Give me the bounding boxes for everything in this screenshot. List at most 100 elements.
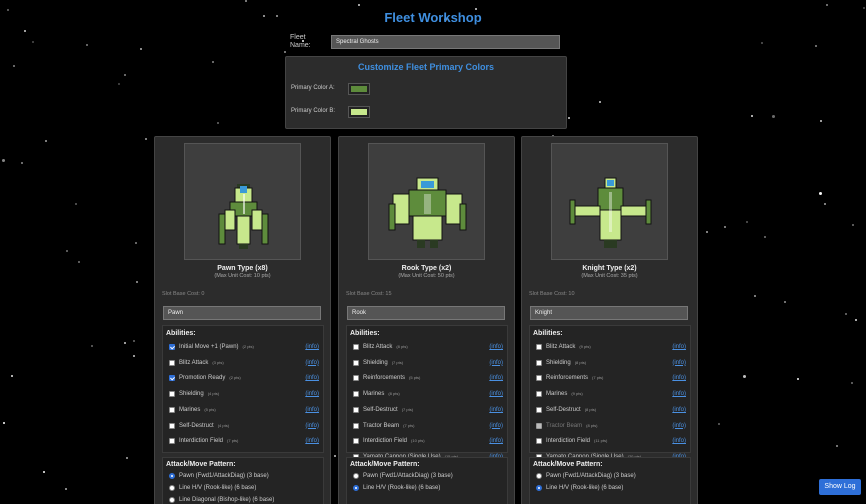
unit-max-cost: (Max Unit Cost: 35 pts) [581,273,638,279]
ability-checkbox[interactable] [536,422,542,429]
ability-name: Self-Destruct [546,406,581,413]
ability-checkbox[interactable] [353,359,359,366]
primary-color-b-picker[interactable] [348,106,370,118]
star [66,250,69,253]
ability-points: (2 pts) [242,344,254,349]
ability-info-link[interactable]: (info) [489,405,503,415]
attack-pattern-radio[interactable] [169,473,175,479]
ability-checkbox[interactable] [169,391,175,398]
ability-info-link[interactable]: (info) [305,358,319,368]
ability-name: Interdiction Field [363,438,408,445]
slot-name-input[interactable]: Knight [530,306,688,320]
ability-name: Marines [179,406,201,413]
ability-row: Shielding (7 pts) (info) [353,358,503,368]
ability-name: Self-Destruct [179,422,214,429]
ability-checkbox[interactable] [353,422,359,429]
star [136,281,139,284]
ability-info-link[interactable]: (info) [305,373,319,383]
attack-pattern-label: Line H/V (Rook-like) (6 base) [179,485,257,491]
ability-info-link[interactable]: (info) [305,405,319,415]
ability-checkbox[interactable] [536,344,542,350]
primary-color-b-label: Primary Color B: [291,108,336,114]
star [819,191,823,195]
knight-ship-sprite [569,177,652,248]
attack-pattern-radio[interactable] [353,485,359,491]
ability-points: (4 pts) [217,422,230,428]
ability-row: Interdiction Field (7 pts) (info) [169,436,319,446]
attack-pattern-radio[interactable] [169,497,175,503]
ability-info-link[interactable]: (info) [489,389,503,399]
ability-points: (5 pts) [204,406,216,412]
ability-label: Initial Move +1 (Pawn) (2 pts) [179,342,254,352]
ability-info-link[interactable]: (info) [672,358,686,368]
primary-color-a-picker[interactable] [348,83,370,95]
ability-label: Blitz Attack (9 pts) [546,342,591,352]
ability-info-link[interactable]: (info) [672,389,686,399]
star [717,423,720,426]
ability-checkbox[interactable] [169,375,175,382]
ability-points: (4 pts) [207,391,220,397]
star [358,4,361,7]
ability-info-link[interactable]: (info) [305,342,319,352]
ability-checkbox[interactable] [353,344,359,350]
ability-label: Tractor Beam (7 pts) [363,421,414,431]
ability-info-link[interactable]: (info) [489,436,503,446]
ability-info-link[interactable]: (info) [672,436,686,446]
ability-checkbox[interactable] [169,344,175,350]
star [796,378,799,381]
ability-info-link[interactable]: (info) [672,342,686,352]
attack-pattern-panel: Attack/Move Pattern: Pawn (Fwd1/AttackDi… [162,457,324,504]
ability-label: Interdiction Field (11 pts) [546,436,607,446]
ability-points: (9 pts) [579,344,591,349]
attack-pattern-radio[interactable] [169,485,175,491]
show-log-button[interactable]: Show Log [819,479,861,495]
ability-info-link[interactable]: (info) [489,373,503,383]
slot-name-input[interactable]: Rook [347,306,505,320]
ability-row: Tractor Beam (7 pts) (info) [353,421,503,431]
star [123,342,126,345]
ability-checkbox[interactable] [536,438,542,445]
ability-checkbox[interactable] [536,406,542,413]
ability-checkbox[interactable] [536,359,542,366]
ability-info-link[interactable]: (info) [672,421,686,431]
colors-panel: Customize Fleet Primary Colors Primary C… [285,56,567,129]
ability-info-link[interactable]: (info) [305,421,319,431]
attack-pattern-radio[interactable] [353,473,359,479]
ability-points: (10 pts) [411,438,425,444]
abilities-panel: Abilities: Blitz Attack (9 pts) (info) Sh… [529,325,691,460]
star [784,300,787,303]
ability-label: Shielding (4 pts) [179,389,219,399]
ability-checkbox[interactable] [169,359,175,366]
ability-name: Marines [363,391,385,398]
ability-checkbox[interactable] [536,391,542,398]
ability-checkbox[interactable] [536,375,542,382]
attack-pattern-radio[interactable] [536,473,542,479]
ability-points: (8 pts) [574,359,587,365]
star [761,41,764,44]
ability-checkbox[interactable] [353,406,359,413]
ability-checkbox[interactable] [353,438,359,445]
ability-checkbox[interactable] [169,438,175,445]
attack-pattern-radio[interactable] [536,485,542,491]
ability-info-link[interactable]: (info) [672,405,686,415]
ability-row: Reinforcements (5 pts) (info) [353,373,503,383]
ability-checkbox[interactable] [353,391,359,398]
slot-name-input[interactable]: Pawn [163,306,321,320]
ability-info-link[interactable]: (info) [305,436,319,446]
unit-max-cost: (Max Unit Cost: 50 pts) [398,273,455,279]
ability-info-link[interactable]: (info) [489,342,503,352]
abilities-panel: Abilities: Initial Move +1 (Pawn) (2 pts)… [162,325,324,453]
ability-label: Self-Destruct (4 pts) [179,421,229,431]
ability-points: (7 pts) [227,438,239,444]
ability-info-link[interactable]: (info) [489,358,503,368]
ability-checkbox[interactable] [353,375,359,382]
ability-points: (11 pts) [594,438,608,444]
ability-checkbox[interactable] [169,406,175,413]
ability-info-link[interactable]: (info) [489,421,503,431]
fleet-name-input[interactable]: Spectral Ghosts [331,35,560,49]
ability-info-link[interactable]: (info) [672,373,686,383]
ability-name: Reinforcements [546,375,589,382]
ability-checkbox[interactable] [169,422,175,429]
ability-label: Self-Destruct (7 pts) [363,405,413,415]
ability-info-link[interactable]: (info) [305,389,319,399]
